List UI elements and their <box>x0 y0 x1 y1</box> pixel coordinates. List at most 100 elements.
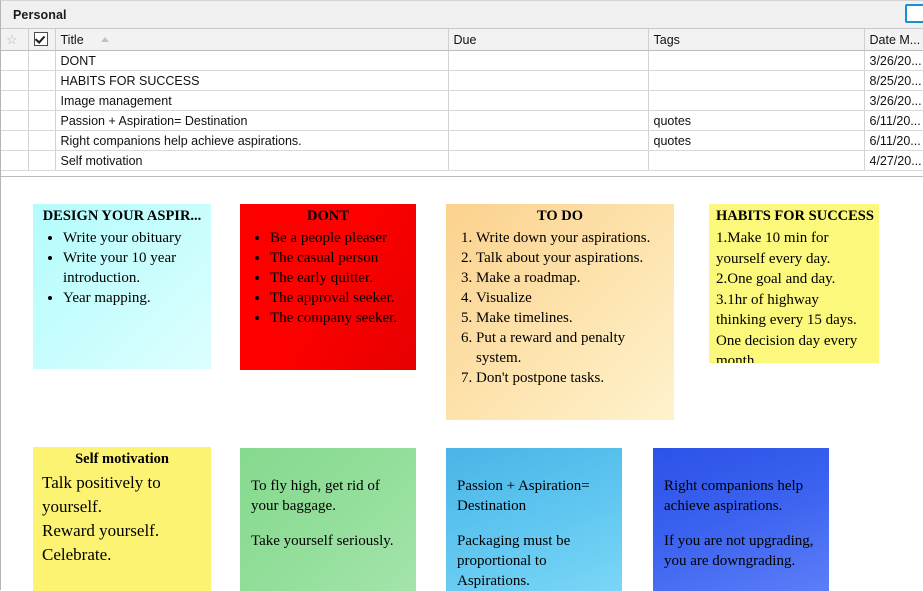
cell-checkbox[interactable] <box>28 110 56 131</box>
window-titlebar: Personal <box>1 1 923 29</box>
cell-star[interactable] <box>1 130 29 151</box>
cell-due[interactable] <box>448 90 649 111</box>
table-body: DONT 3/26/20... HABITS FOR SUCCESS 8/25/… <box>1 50 923 171</box>
column-header-title[interactable]: Title <box>55 29 449 51</box>
note-paragraph: Take yourself seriously. <box>251 533 394 549</box>
cell-title[interactable]: Self motivation <box>55 150 449 171</box>
cell-due[interactable] <box>448 70 649 91</box>
note-card-to-do[interactable]: TO DO Write down your aspirations. Talk … <box>446 204 674 420</box>
cell-date-modified[interactable]: 6/11/20... <box>864 110 923 131</box>
note-card-passion-aspiration[interactable]: Passion + Aspiration= Destination Packag… <box>446 448 622 591</box>
note-line: 1.Make 10 min for <box>716 230 829 246</box>
cell-tags[interactable]: quotes <box>648 110 865 131</box>
cell-checkbox[interactable] <box>28 130 56 151</box>
note-paragraph: Packaging must be proportional to Aspira… <box>457 533 571 589</box>
note-line: 3.1hr of highway <box>716 291 819 308</box>
list-item: Don't postpone tasks. <box>476 368 674 388</box>
note-line: Celebrate. <box>42 545 112 564</box>
note-line: 2.One goal and day. <box>716 271 836 287</box>
cell-date-modified[interactable]: 3/26/20... <box>864 50 923 71</box>
list-item: The approval seeker. <box>270 288 416 308</box>
note-card-self-motivation[interactable]: Self motivation Talk positively to yours… <box>33 447 211 591</box>
column-header-title-label: Title <box>60 32 84 47</box>
cell-checkbox[interactable] <box>28 90 56 111</box>
task-list-pane[interactable]: ☆ Title Due Tags Date M... DONT 3/26/20.… <box>1 29 923 177</box>
note-card-design-your-aspirations[interactable]: DESIGN YOUR ASPIR... Write your obituary… <box>33 204 211 369</box>
cell-date-modified[interactable]: 3/26/20... <box>864 90 923 111</box>
table-row[interactable]: Self motivation 4/27/20... <box>1 150 923 171</box>
table-row[interactable]: DONT 3/26/20... <box>1 50 923 71</box>
note-line: One decision day every <box>716 332 858 349</box>
column-header-due-label: Due <box>453 32 477 47</box>
cell-tags[interactable] <box>648 90 865 111</box>
list-item: Write your obituary <box>63 228 211 248</box>
list-item: Be a people pleaser <box>270 228 416 248</box>
note-line: Talk positively to <box>42 473 161 492</box>
list-item: Year mapping. <box>63 288 211 308</box>
list-item: Make timelines. <box>476 308 674 328</box>
cell-tags[interactable] <box>648 150 865 171</box>
column-header-tags-label: Tags <box>653 32 680 47</box>
cell-star[interactable] <box>1 70 29 91</box>
column-header-due[interactable]: Due <box>448 29 649 51</box>
note-card-right-companions[interactable]: Right companions help achieve aspiration… <box>653 448 829 591</box>
cell-tags[interactable] <box>648 70 865 91</box>
table-row[interactable]: HABITS FOR SUCCESS 8/25/20... <box>1 70 923 91</box>
sort-ascending-icon <box>101 36 110 42</box>
cell-tags[interactable]: quotes <box>648 130 865 151</box>
panel-toggle-button[interactable] <box>905 4 923 23</box>
cell-title[interactable]: Right companions help achieve aspiration… <box>55 130 449 151</box>
cell-title[interactable]: Passion + Aspiration= Destination <box>55 110 449 131</box>
cell-due[interactable] <box>448 110 649 131</box>
cell-star[interactable] <box>1 90 29 111</box>
list-item: Talk about your aspirations. <box>476 248 674 268</box>
note-paragraph: To fly high, get rid of your baggage. <box>251 478 380 514</box>
note-paragraph: If you are not upgrading, you are downgr… <box>664 533 814 569</box>
table-row[interactable]: Passion + Aspiration= Destination quotes… <box>1 110 923 131</box>
table-row[interactable]: Image management 3/26/20... <box>1 90 923 111</box>
note-bullet-list: Be a people pleaser The casual person Th… <box>240 228 416 328</box>
cell-tags[interactable] <box>648 50 865 71</box>
note-line: yourself. <box>42 497 102 516</box>
list-item: Put a reward and penalty system. <box>476 328 674 368</box>
cell-checkbox[interactable] <box>28 70 56 91</box>
cell-title[interactable]: HABITS FOR SUCCESS <box>55 70 449 91</box>
list-item: The casual person <box>270 248 416 268</box>
cell-checkbox[interactable] <box>28 50 56 71</box>
table-row[interactable]: Right companions help achieve aspiration… <box>1 130 923 151</box>
note-body: Talk positively to yourself. Reward your… <box>33 471 211 567</box>
note-card-fly-high[interactable]: To fly high, get rid of your baggage. Ta… <box>240 448 416 591</box>
note-numbered-list: Write down your aspirations. Talk about … <box>446 228 674 388</box>
column-header-star[interactable]: ☆ <box>1 29 29 51</box>
cell-date-modified[interactable]: 4/27/20... <box>864 150 923 171</box>
cell-due[interactable] <box>448 150 649 171</box>
cell-star[interactable] <box>1 110 29 131</box>
cell-due[interactable] <box>448 130 649 151</box>
notes-app-window: Personal ☆ Title Due Tags Date M... DONT… <box>0 0 923 591</box>
note-line: thinking every 15 days. <box>716 312 857 328</box>
cell-star[interactable] <box>1 50 29 71</box>
star-icon: ☆ <box>6 31 18 47</box>
column-header-checkbox[interactable] <box>28 29 56 51</box>
column-header-date-label: Date M... <box>869 32 921 47</box>
cell-due[interactable] <box>448 50 649 71</box>
cell-date-modified[interactable]: 8/25/20... <box>864 70 923 91</box>
cell-date-modified[interactable]: 6/11/20... <box>864 130 923 151</box>
note-title: DESIGN YOUR ASPIR... <box>42 208 202 224</box>
note-body: Right companions help achieve aspiration… <box>653 448 829 571</box>
notes-canvas: DESIGN YOUR ASPIR... Write your obituary… <box>1 177 923 591</box>
note-title: Self motivation <box>75 451 169 467</box>
note-card-habits-for-success[interactable]: HABITS FOR SUCCESS 1.Make 10 min for you… <box>709 204 879 363</box>
cell-title[interactable]: Image management <box>55 90 449 111</box>
note-card-dont[interactable]: DONT Be a people pleaser The casual pers… <box>240 204 416 370</box>
column-header-date-modified[interactable]: Date M... <box>864 29 923 51</box>
list-item: The company seeker. <box>270 308 416 328</box>
cell-star[interactable] <box>1 150 29 171</box>
table-header-row: ☆ Title Due Tags Date M... <box>1 29 923 51</box>
note-title: TO DO <box>536 208 584 224</box>
cell-title[interactable]: DONT <box>55 50 449 71</box>
checkbox-icon[interactable] <box>33 32 48 46</box>
note-body: Passion + Aspiration= Destination Packag… <box>446 448 622 591</box>
column-header-tags[interactable]: Tags <box>648 29 865 51</box>
cell-checkbox[interactable] <box>28 150 56 171</box>
